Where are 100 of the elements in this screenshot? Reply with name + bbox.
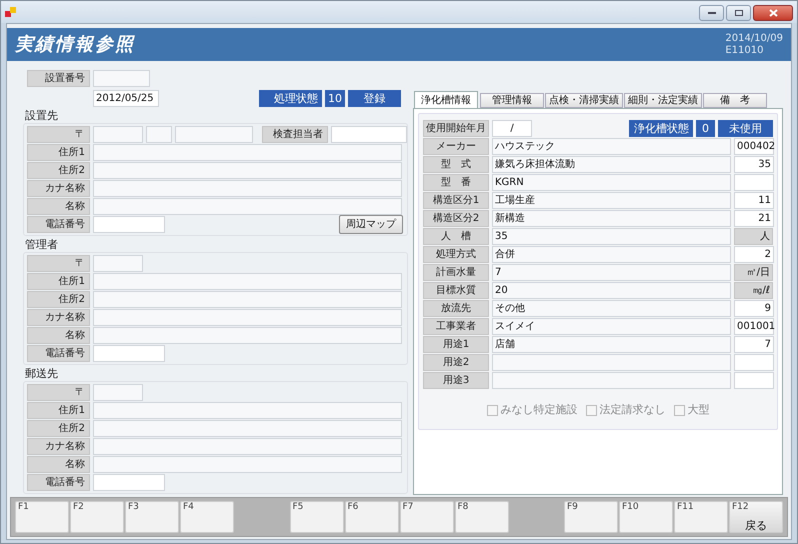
tab[interactable]: 細則・法定実績: [624, 93, 702, 108]
input-field[interactable]: 11: [734, 192, 774, 209]
field-label: カナ名称: [27, 438, 90, 455]
input-field[interactable]: [93, 291, 402, 308]
input-field[interactable]: [93, 144, 402, 161]
maximize-button[interactable]: [726, 5, 751, 21]
input-field[interactable]: その他: [492, 300, 731, 317]
checkbox[interactable]: [586, 404, 596, 416]
field-label: 住所2: [27, 162, 90, 179]
tab[interactable]: 点検・清掃実績: [545, 93, 623, 108]
input-field[interactable]: [175, 126, 253, 143]
input-field[interactable]: 7: [734, 336, 774, 353]
input-field[interactable]: 7: [492, 264, 731, 281]
tab[interactable]: 管理情報: [480, 93, 544, 108]
input-field[interactable]: 000402: [734, 138, 774, 155]
field-label: 計画水量: [423, 264, 489, 281]
input-field[interactable]: [93, 273, 402, 290]
field-label: 処理方式: [423, 246, 489, 263]
close-button[interactable]: [753, 5, 793, 21]
input-field[interactable]: [492, 372, 731, 389]
field-label: 型 式: [423, 156, 489, 173]
function-key-button[interactable]: F11: [674, 501, 728, 533]
input-field[interactable]: [93, 162, 402, 179]
input-field[interactable]: [492, 354, 731, 371]
input-field[interactable]: [93, 420, 402, 437]
input-field[interactable]: [331, 126, 407, 143]
unit-label: ㎥/日: [734, 264, 773, 281]
input-field[interactable]: 35: [492, 228, 731, 245]
checkbox[interactable]: [486, 404, 498, 416]
input-field[interactable]: 001001: [734, 318, 774, 335]
input-field[interactable]: KGRN: [492, 174, 731, 191]
field-label: 電話番号: [27, 345, 90, 362]
function-key-button[interactable]: F6: [344, 501, 398, 533]
input-field[interactable]: 新構造: [492, 210, 731, 227]
section-heading: 郵送先: [25, 367, 59, 381]
minimize-button[interactable]: [699, 5, 724, 21]
input-field[interactable]: [93, 402, 402, 419]
status-code: 10: [325, 90, 345, 107]
field-label: 電話番号: [27, 216, 90, 233]
input-field[interactable]: 店舗: [492, 336, 731, 353]
checkbox-label: みなし特定施設: [500, 402, 578, 418]
unit-label: ㎎/ℓ: [734, 282, 773, 299]
input-field[interactable]: [93, 384, 143, 401]
field-label: 住所2: [27, 420, 90, 437]
input-field[interactable]: [93, 126, 143, 143]
status-label: 処理状態: [259, 90, 322, 107]
input-field[interactable]: [93, 309, 402, 326]
map-button[interactable]: 周辺マップ: [339, 215, 403, 234]
checkbox[interactable]: [674, 404, 684, 416]
field-label: 検査担当者: [262, 126, 328, 143]
input-field[interactable]: 工場生産: [492, 192, 731, 209]
input-field[interactable]: スイメイ: [492, 318, 731, 335]
function-key-button[interactable]: F9: [564, 501, 618, 533]
input-field[interactable]: [734, 174, 774, 191]
field-label: 用途3: [423, 372, 489, 389]
input-field[interactable]: 2: [734, 246, 774, 263]
field-label: 構造区分2: [423, 210, 489, 227]
input-field[interactable]: [93, 216, 165, 233]
field-label: カナ名称: [27, 180, 90, 197]
input-field[interactable]: [93, 198, 402, 215]
function-key-button[interactable]: F3: [125, 501, 179, 533]
input-field[interactable]: 35: [734, 156, 774, 173]
input-field[interactable]: 9: [734, 300, 774, 317]
date-text: 2014/10/09: [725, 32, 783, 44]
field-label: 使用開始年月: [423, 120, 489, 137]
input-field[interactable]: [93, 474, 165, 491]
function-key-button[interactable]: F12 戻る: [729, 501, 783, 533]
checkbox-label: 大型: [688, 402, 710, 418]
input-field[interactable]: [93, 456, 402, 473]
function-key-button[interactable]: F7: [400, 501, 454, 533]
input-field[interactable]: [93, 438, 402, 455]
tab[interactable]: 浄化槽情報: [414, 91, 478, 108]
input-field[interactable]: 嫌気ろ床担体流動: [492, 156, 731, 173]
input-field[interactable]: [93, 345, 165, 362]
input-field[interactable]: 合併: [492, 246, 731, 263]
function-key-button[interactable]: F8: [454, 501, 508, 533]
field-label: 〒: [27, 126, 90, 143]
input-field[interactable]: ハウステック: [492, 138, 731, 155]
input-field[interactable]: [146, 126, 172, 143]
screen-title: 実績情報参照: [15, 33, 135, 57]
tab[interactable]: 備 考: [703, 93, 767, 108]
input-field[interactable]: 2012/05/25: [93, 90, 159, 107]
input-field[interactable]: [93, 180, 402, 197]
function-key-button[interactable]: F4: [180, 501, 234, 533]
input-field[interactable]: [734, 354, 774, 371]
input-field[interactable]: [93, 255, 143, 272]
field-label: 〒: [27, 255, 90, 272]
function-key-button[interactable]: F5: [290, 501, 344, 533]
function-key-button[interactable]: F10: [619, 501, 673, 533]
input-field[interactable]: [93, 70, 150, 87]
function-key-button[interactable]: F1: [15, 501, 69, 533]
input-field[interactable]: /: [492, 120, 532, 137]
input-field[interactable]: [734, 372, 774, 389]
field-label: 名称: [27, 327, 90, 344]
input-field[interactable]: [93, 327, 402, 344]
function-key-button[interactable]: F2: [70, 501, 124, 533]
input-field[interactable]: 20: [492, 282, 731, 299]
app-icon: [5, 6, 17, 18]
input-field[interactable]: 21: [734, 210, 774, 227]
field-label: 名称: [27, 198, 90, 215]
